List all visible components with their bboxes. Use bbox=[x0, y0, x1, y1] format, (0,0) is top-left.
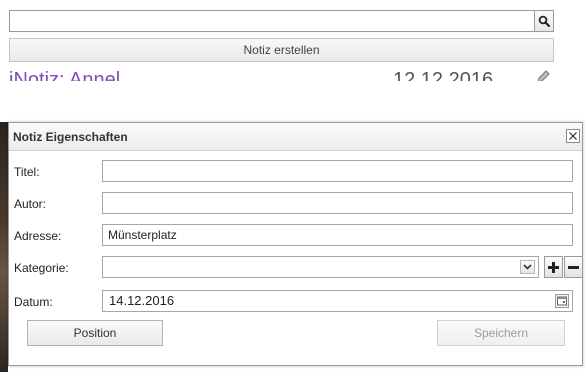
date-label: Datum: bbox=[14, 295, 53, 309]
title-label: Titel: bbox=[14, 165, 40, 179]
category-dropdown-button[interactable] bbox=[520, 260, 535, 274]
search-icon bbox=[538, 15, 550, 27]
save-button-label: Speichern bbox=[473, 326, 529, 340]
note-item-title[interactable]: iNotiz: Annel bbox=[9, 68, 120, 81]
category-select[interactable] bbox=[102, 256, 539, 278]
search-input[interactable] bbox=[9, 10, 535, 32]
note-properties-dialog: Notiz Eigenschaften Titel: Autor: Adress… bbox=[8, 122, 583, 366]
date-field[interactable]: 14.12.2016 bbox=[102, 290, 573, 312]
position-button-label: Position bbox=[73, 326, 117, 340]
address-label: Adresse: bbox=[14, 229, 62, 243]
remove-category-button[interactable] bbox=[564, 256, 583, 278]
address-field[interactable] bbox=[102, 224, 573, 246]
note-list-item[interactable]: iNotiz: Annel 12.12.2016 bbox=[9, 66, 554, 81]
calendar-icon bbox=[557, 296, 567, 306]
author-field[interactable] bbox=[102, 192, 573, 214]
create-note-button[interactable]: Notiz erstellen bbox=[9, 38, 554, 62]
position-button[interactable]: Position bbox=[27, 320, 163, 346]
save-button[interactable]: Speichern bbox=[437, 320, 565, 346]
note-item-date: 12.12.2016 bbox=[393, 69, 494, 81]
map-background bbox=[0, 122, 8, 372]
plus-icon bbox=[548, 261, 559, 273]
add-category-button[interactable] bbox=[544, 256, 563, 278]
title-field[interactable] bbox=[102, 160, 573, 182]
date-value: 14.12.2016 bbox=[109, 293, 175, 308]
close-icon bbox=[569, 132, 577, 140]
dialog-header[interactable]: Notiz Eigenschaften bbox=[9, 123, 582, 151]
minus-icon bbox=[568, 265, 579, 269]
dialog-title: Notiz Eigenschaften bbox=[13, 130, 128, 144]
category-label: Kategorie: bbox=[14, 261, 69, 275]
search-button[interactable] bbox=[535, 10, 554, 32]
chevron-down-icon bbox=[523, 264, 532, 270]
pencil-icon[interactable] bbox=[535, 69, 551, 81]
author-label: Autor: bbox=[14, 197, 47, 211]
calendar-button[interactable] bbox=[555, 294, 569, 308]
close-button[interactable] bbox=[566, 129, 580, 143]
create-note-label: Notiz erstellen bbox=[243, 43, 320, 57]
